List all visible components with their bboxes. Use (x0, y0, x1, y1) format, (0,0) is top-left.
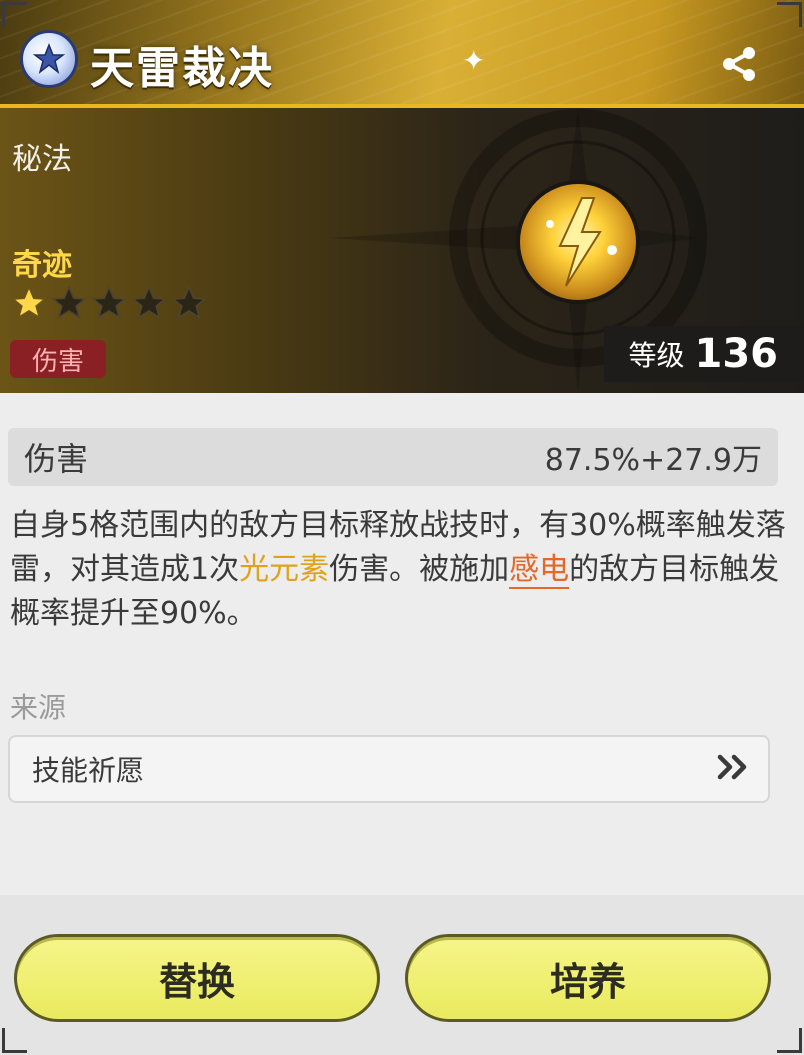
star-filled-icon (11, 285, 47, 319)
element-emblem-icon (20, 30, 78, 88)
star-empty-icon (131, 285, 167, 319)
source-item[interactable]: 技能祈愿 (8, 735, 770, 803)
header-bar: 天雷裁决 ✦ (0, 0, 804, 108)
level-value: 136 (694, 331, 779, 377)
element-keyword: 光元素 (239, 552, 330, 587)
source-label: 来源 (10, 691, 67, 724)
source-item-text: 技能祈愿 (32, 754, 145, 787)
status-keyword-link[interactable]: 感电 (509, 552, 570, 589)
skill-category: 秘法 (12, 142, 72, 177)
rarity-label: 奇迹 (12, 248, 72, 283)
share-icon[interactable] (715, 40, 763, 88)
frame-corner (2, 1028, 27, 1053)
replace-button[interactable]: 替换 (14, 934, 380, 1022)
damage-tag: 伤害 (10, 340, 106, 378)
stat-name: 伤害 (24, 440, 89, 478)
level-display: 等级 136 (604, 326, 804, 382)
frame-corner (777, 1028, 802, 1053)
stat-value: 87.5%+27.9万 (544, 443, 762, 478)
level-label: 等级 (628, 339, 685, 372)
sparkle-icon: ✦ (462, 44, 486, 77)
lightning-skill-icon (516, 180, 640, 304)
skill-description: 自身5格范围内的敌方目标释放战技时，有30%概率触发落雷，对其造成1次光元素伤害… (10, 504, 790, 636)
star-empty-icon (91, 285, 127, 319)
skill-detail-panel: 天雷裁决 ✦ 秘法 奇迹 伤害 等级 136 伤害 87.5%+27.9万 自身… (0, 0, 804, 1055)
double-chevron-right-icon (716, 753, 752, 785)
star-rating (10, 284, 208, 322)
frame-corner (777, 2, 802, 27)
skill-hero: 秘法 奇迹 伤害 等级 136 (0, 108, 804, 393)
skill-title: 天雷裁决 (90, 43, 274, 94)
description-text: 伤害。被施加 (329, 552, 510, 587)
train-button[interactable]: 培养 (405, 934, 771, 1022)
star-empty-icon (51, 285, 87, 319)
damage-stat-row: 伤害 87.5%+27.9万 (8, 428, 778, 486)
frame-corner (2, 2, 27, 27)
star-empty-icon (171, 285, 207, 319)
